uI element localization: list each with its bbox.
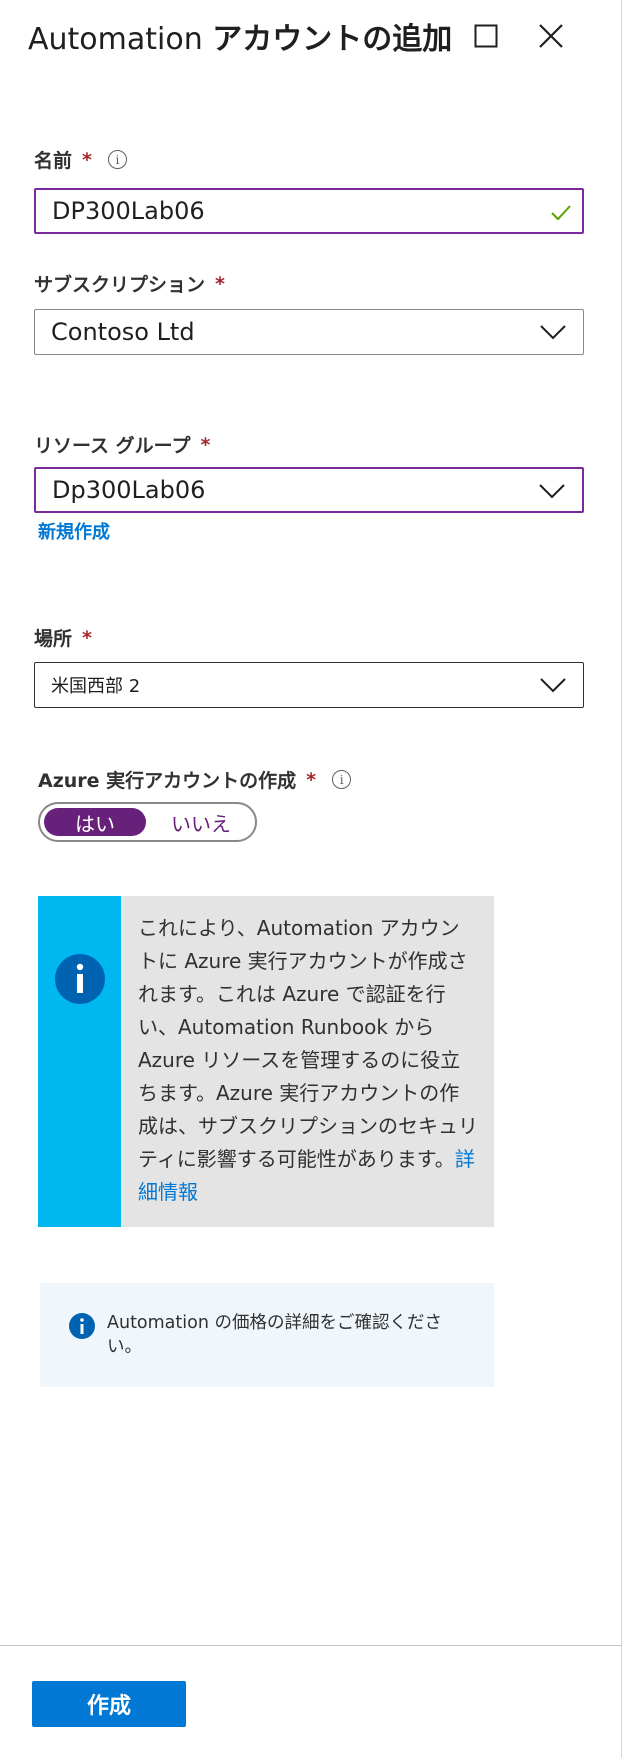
- info-icon[interactable]: i: [332, 770, 352, 789]
- title-prefix: Automation: [28, 22, 213, 57]
- required-mark: *: [200, 433, 211, 456]
- create-new-resource-group-link[interactable]: 新規作成: [38, 518, 110, 544]
- toggle-option-yes[interactable]: はい: [44, 808, 146, 836]
- location-label-text: 場所: [34, 628, 73, 650]
- chevron-down-icon: [540, 678, 566, 693]
- pricing-notice-text[interactable]: Automation の価格の詳細をご確認ください。: [107, 1311, 467, 1359]
- name-input-value: DP300Lab06: [52, 197, 205, 225]
- resource-group-label: リソース グループ *: [34, 431, 210, 458]
- subscription-value: Contoso Ltd: [51, 318, 195, 346]
- add-automation-account-panel: Automation アカウントの追加 名前 * i DP300Lab06 サブ…: [0, 0, 628, 1758]
- name-label-text: 名前: [34, 150, 73, 172]
- panel-scroll-edge: [621, 0, 628, 1758]
- info-icon[interactable]: i: [107, 150, 127, 169]
- location-dropdown[interactable]: 米国西部 2: [34, 662, 584, 708]
- run-as-account-label: Azure 実行アカウントの作成 * i: [38, 766, 352, 793]
- name-input[interactable]: DP300Lab06: [34, 188, 584, 234]
- resource-group-label-text: リソース グループ: [34, 435, 191, 457]
- chevron-down-icon: [540, 325, 566, 340]
- toggle-option-no[interactable]: いいえ: [150, 808, 252, 836]
- run-as-account-label-text: Azure 実行アカウントの作成: [38, 770, 297, 792]
- location-label: 場所 *: [34, 624, 92, 651]
- resource-group-dropdown[interactable]: Dp300Lab06: [34, 467, 584, 513]
- name-label: 名前 * i: [34, 146, 127, 173]
- subscription-label: サブスクリプション *: [34, 270, 225, 297]
- required-mark: *: [306, 768, 317, 791]
- create-button[interactable]: 作成: [32, 1681, 186, 1727]
- info-box-accent-bar: [38, 896, 121, 1227]
- page-title: Automation アカウントの追加: [28, 14, 452, 58]
- title-suffix: アカウントの追加: [212, 22, 453, 57]
- required-mark: *: [82, 148, 92, 171]
- close-icon: [539, 24, 563, 48]
- required-mark: *: [215, 272, 225, 295]
- subscription-dropdown[interactable]: Contoso Ltd: [34, 309, 584, 355]
- subscription-label-text: サブスクリプション: [34, 274, 206, 296]
- info-box-text: これにより、Automation アカウントに Azure 実行アカウントが作成…: [138, 912, 478, 1209]
- resource-group-value: Dp300Lab06: [52, 476, 206, 504]
- required-mark: *: [82, 626, 92, 649]
- pricing-notice: Automation の価格の詳細をご確認ください。: [40, 1283, 494, 1387]
- checkmark-icon: [551, 205, 571, 221]
- close-button[interactable]: [531, 16, 571, 56]
- maximize-button[interactable]: [466, 16, 506, 56]
- maximize-icon: [474, 24, 498, 48]
- info-icon: [55, 954, 105, 1004]
- run-as-account-toggle[interactable]: はい いいえ: [38, 802, 257, 842]
- info-box-message: これにより、Automation アカウントに Azure 実行アカウントが作成…: [138, 916, 478, 1171]
- info-icon: [69, 1313, 95, 1339]
- chevron-down-icon: [539, 484, 565, 499]
- run-as-info-box: これにより、Automation アカウントに Azure 実行アカウントが作成…: [38, 896, 494, 1227]
- footer-divider: [0, 1645, 622, 1646]
- location-value: 米国西部 2: [51, 676, 141, 697]
